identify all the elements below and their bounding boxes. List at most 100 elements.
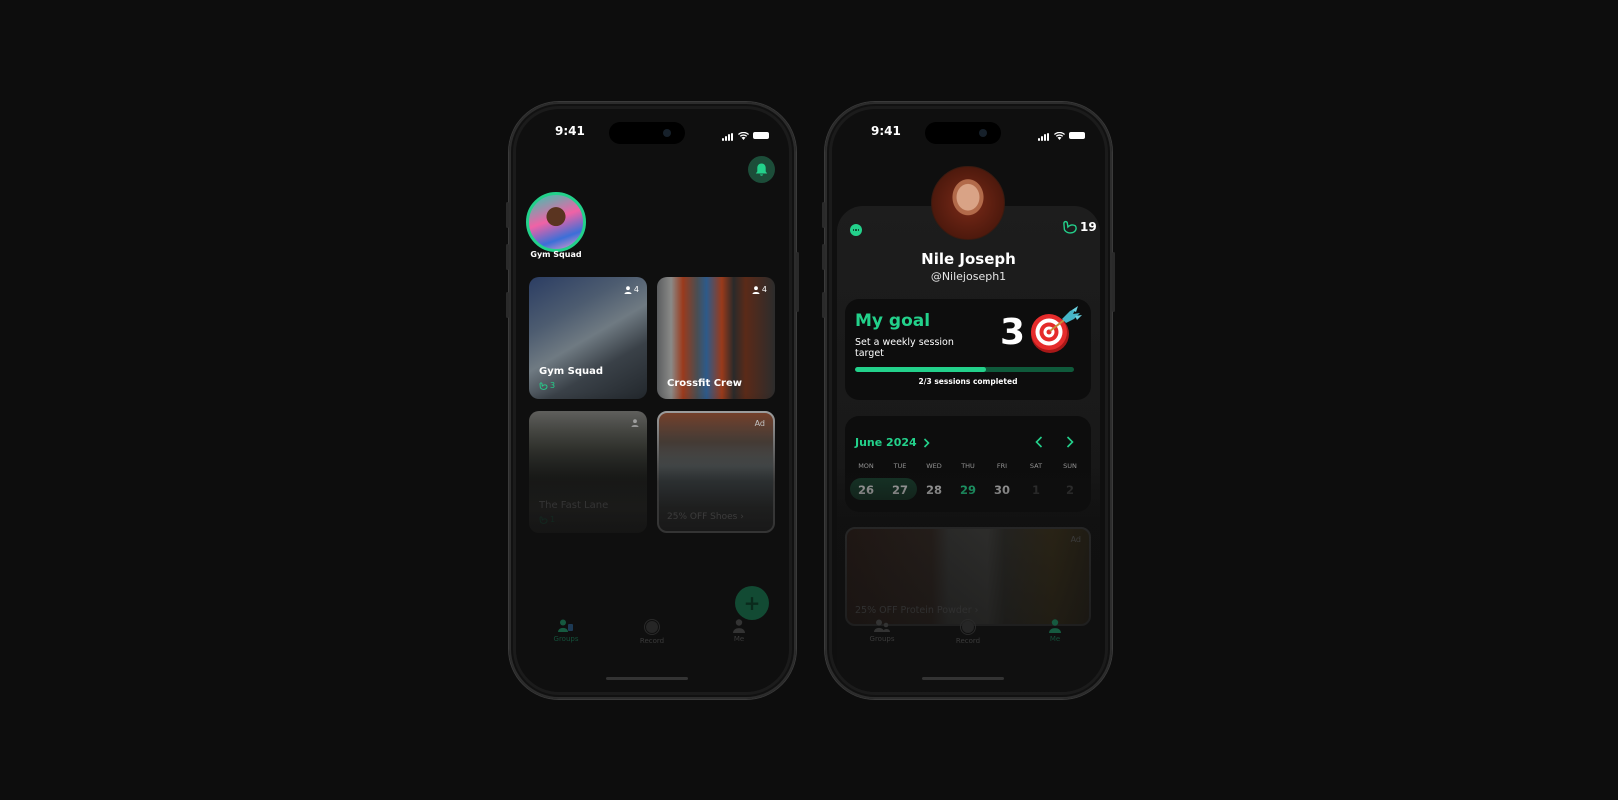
group-streak: 1 xyxy=(539,515,555,524)
group-streak: 3 xyxy=(539,381,555,390)
goal-title: My goal xyxy=(855,311,931,331)
day-number: 29 xyxy=(959,483,976,497)
notifications-button[interactable] xyxy=(748,156,775,183)
story-label: Gym Squad xyxy=(530,250,582,259)
calendar-day-thu[interactable]: THU 29 xyxy=(953,462,983,497)
tab-groups[interactable]: Groups xyxy=(852,619,912,643)
streak-counter: 19 xyxy=(1062,220,1097,234)
profile-avatar[interactable] xyxy=(931,166,1005,240)
chevron-left-icon xyxy=(1035,436,1043,448)
goal-subtitle: Set a weekly session target xyxy=(855,337,954,359)
group-card-gym-squad[interactable]: 4 Gym Squad 3 xyxy=(529,277,647,399)
day-number: 27 xyxy=(891,483,908,497)
more-options-button[interactable] xyxy=(850,224,862,236)
tab-record[interactable]: Record xyxy=(938,619,998,645)
goal-card[interactable]: My goal Set a weekly session target 3 2/… xyxy=(845,299,1091,400)
group-card-crossfit-crew[interactable]: 4 Crossfit Crew xyxy=(657,277,775,399)
calendar-day-sun[interactable]: SUN 2 xyxy=(1055,462,1085,497)
phone-groups: 9:41 Gym Squad 4 Gym Squad 3 4 Crossfit … xyxy=(506,102,799,699)
tab-me[interactable]: Me xyxy=(709,619,769,643)
person-icon xyxy=(733,619,745,633)
goal-target-number: 3 xyxy=(1000,312,1026,353)
person-icon xyxy=(624,285,632,294)
home-indicator xyxy=(922,677,1004,680)
flex-arm-icon xyxy=(539,515,548,524)
groups-icon xyxy=(874,619,890,632)
battery-icon xyxy=(753,132,769,139)
profile-name: Nile Joseph xyxy=(921,250,1016,268)
calendar-day-mon[interactable]: MON 26 xyxy=(851,462,881,497)
day-header: TUE xyxy=(893,462,907,470)
day-header: THU xyxy=(961,462,975,470)
record-icon xyxy=(644,619,660,635)
goal-progress-bar xyxy=(855,367,1074,372)
day-header: WED xyxy=(926,462,942,470)
prev-week-button[interactable] xyxy=(1032,435,1046,449)
ad-card-protein[interactable]: Ad 25% OFF Protein Powder › xyxy=(845,527,1091,626)
day-header: MON xyxy=(858,462,874,470)
ad-label: 25% OFF Protein Powder › xyxy=(855,605,979,616)
goal-progress-fill xyxy=(855,367,987,372)
status-icons xyxy=(722,126,769,145)
calendar-day-fri[interactable]: FRI 30 xyxy=(987,462,1017,497)
wifi-icon xyxy=(1054,131,1065,140)
phone-profile: 9:41 19 Nile Joseph @Nilejoseph1 My goal… xyxy=(822,102,1115,699)
story-avatar-gym-squad[interactable] xyxy=(526,192,586,252)
person-icon xyxy=(631,419,639,427)
day-number: 2 xyxy=(1065,483,1074,497)
flex-arm-icon xyxy=(1063,220,1077,234)
signal-icon xyxy=(722,126,734,145)
target-dart-icon xyxy=(1031,306,1082,353)
home-indicator xyxy=(606,677,688,680)
chevron-right-icon: › xyxy=(974,605,979,616)
dynamic-island xyxy=(609,122,685,144)
chevron-right-icon xyxy=(1066,436,1074,448)
person-icon xyxy=(1049,619,1061,633)
day-header: SUN xyxy=(1063,462,1077,470)
next-week-button[interactable] xyxy=(1063,435,1077,449)
day-number: 28 xyxy=(925,483,942,497)
calendar-day-wed[interactable]: WED 28 xyxy=(919,462,949,497)
calendar-day-sat[interactable]: SAT 1 xyxy=(1021,462,1051,497)
member-count: 4 xyxy=(752,285,767,294)
chevron-right-icon xyxy=(923,437,930,448)
battery-icon xyxy=(1069,132,1085,139)
chevron-right-icon: › xyxy=(740,512,744,522)
flex-arm-icon xyxy=(539,381,548,390)
member-count xyxy=(631,419,639,427)
tab-groups[interactable]: Groups xyxy=(536,619,596,643)
dynamic-island xyxy=(925,122,1001,144)
tab-record[interactable]: Record xyxy=(622,619,682,645)
status-time: 9:41 xyxy=(871,124,901,138)
goal-progress-text: 2/3 sessions completed xyxy=(918,377,1018,386)
add-group-button[interactable]: + xyxy=(735,586,769,620)
record-icon xyxy=(960,619,976,635)
bell-icon xyxy=(755,163,768,176)
person-icon xyxy=(752,285,760,294)
status-time: 9:41 xyxy=(555,124,585,138)
signal-icon xyxy=(1038,126,1050,145)
group-name: The Fast Lane xyxy=(539,500,609,511)
group-name: Gym Squad xyxy=(539,366,604,377)
status-icons xyxy=(1038,126,1085,145)
month-selector[interactable]: June 2024 xyxy=(855,436,930,449)
day-header: FRI xyxy=(996,462,1008,470)
ad-label: 25% OFF Shoes › xyxy=(667,512,744,522)
day-number: 30 xyxy=(993,483,1010,497)
group-name: Crossfit Crew xyxy=(667,378,743,389)
groups-screen: 9:41 Gym Squad 4 Gym Squad 3 4 Crossfit … xyxy=(516,109,789,692)
group-card-the-fast-lane[interactable]: The Fast Lane 1 xyxy=(529,411,647,533)
tab-me[interactable]: Me xyxy=(1025,619,1085,643)
wifi-icon xyxy=(738,131,749,140)
ad-badge: Ad xyxy=(1070,535,1081,544)
calendar-day-tue[interactable]: TUE 27 xyxy=(885,462,915,497)
day-header: SAT xyxy=(1029,462,1043,470)
calendar-card: June 2024 MON 26 TUE 27 WED 28 THU 29 FRI 30 SAT 1 S… xyxy=(845,416,1091,512)
day-number: 26 xyxy=(857,483,874,497)
day-number: 1 xyxy=(1031,483,1040,497)
ad-card-shoes[interactable]: Ad 25% OFF Shoes › xyxy=(657,411,775,533)
plus-icon: + xyxy=(743,591,761,615)
profile-handle: @Nilejoseph1 xyxy=(930,270,1007,283)
ad-badge: Ad xyxy=(754,419,765,428)
member-count: 4 xyxy=(624,285,639,294)
